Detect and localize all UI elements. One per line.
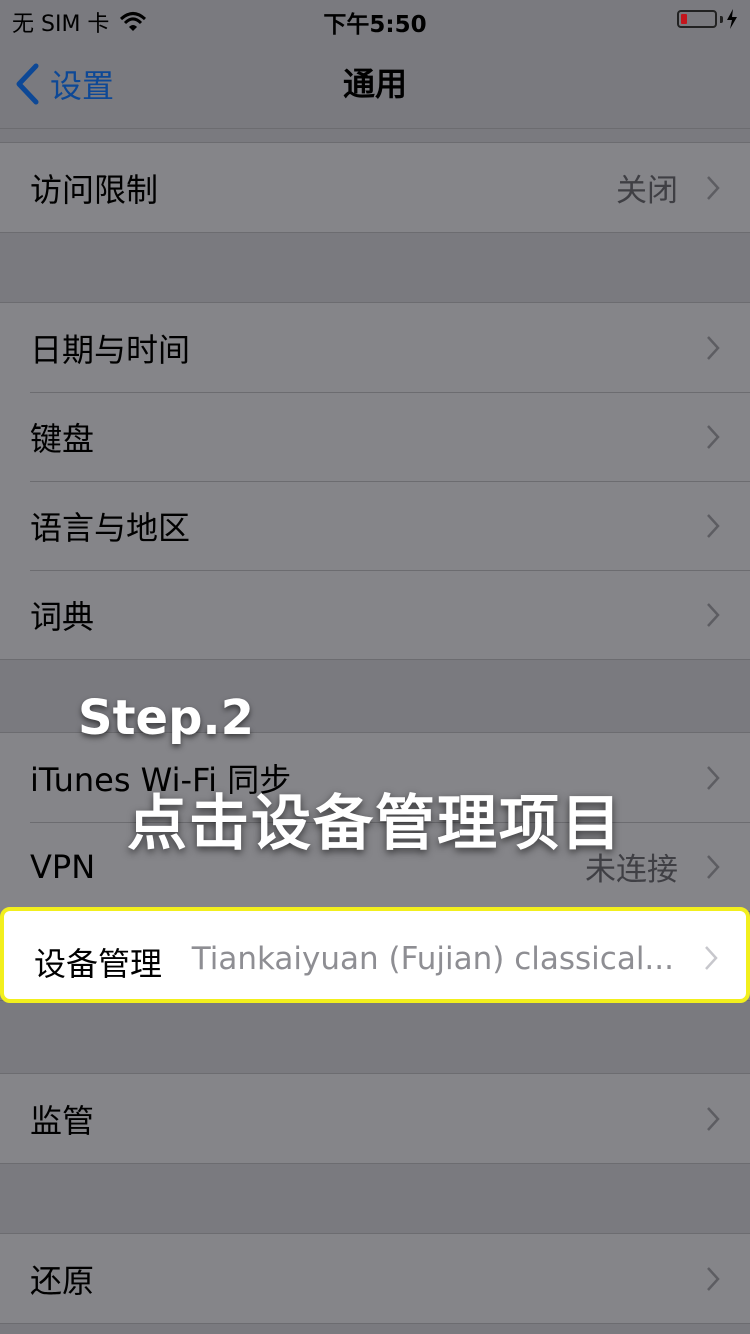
row-dictionary[interactable]: 词典 [0, 570, 750, 659]
chevron-right-icon [707, 424, 720, 449]
row-supervision[interactable]: 监管 [0, 1074, 750, 1163]
chevron-right-icon [705, 946, 718, 970]
instruction-text: 点击设备管理项目 [127, 789, 623, 859]
row-language-region[interactable]: 语言与地区 [0, 481, 750, 570]
row-device-management[interactable]: 设备管理 Tiankaiyuan (Fujian) classical... [0, 907, 750, 1003]
chevron-right-icon [707, 602, 720, 627]
chevron-right-icon [707, 513, 720, 538]
row-value: Tiankaiyuan (Fujian) classical... [191, 941, 674, 977]
row-label: 键盘 [30, 419, 95, 458]
section-reset: 还原 [0, 1233, 750, 1324]
chevron-right-icon [707, 1266, 720, 1291]
back-label: 设置 [50, 67, 115, 105]
chevron-right-icon [707, 175, 720, 200]
row-label: 设备管理 [34, 945, 163, 983]
row-reset[interactable]: 还原 [0, 1234, 750, 1323]
section-date-keyboard: 日期与时间 键盘 语言与地区 词典 [0, 302, 750, 660]
back-chevron-icon [16, 63, 39, 105]
row-value: 关闭 [616, 173, 678, 209]
row-label: 语言与地区 [30, 508, 191, 547]
row-restrictions[interactable]: 访问限制 关闭 [0, 143, 750, 232]
row-keyboard[interactable]: 键盘 [0, 392, 750, 481]
charging-bolt-icon [727, 9, 737, 29]
navigation-bar: 通用 设置 [0, 40, 750, 129]
status-bar: 无 SIM 卡 下午5:50 [0, 0, 750, 40]
chevron-right-icon [707, 335, 720, 360]
back-button[interactable]: 设置 [14, 40, 114, 128]
battery-indicator [677, 9, 738, 29]
status-time: 下午5:50 [323, 12, 427, 38]
row-label: 词典 [30, 597, 95, 636]
row-label: 监管 [30, 1101, 95, 1140]
step-label: Step.2 [78, 690, 255, 746]
row-label: 访问限制 [30, 170, 159, 209]
section-supervision: 监管 [0, 1073, 750, 1164]
battery-icon [677, 10, 717, 28]
chevron-right-icon [707, 1106, 720, 1131]
row-label: 日期与时间 [30, 330, 191, 369]
row-date-time[interactable]: 日期与时间 [0, 303, 750, 392]
row-label: 还原 [30, 1261, 95, 1300]
section-restrictions: 访问限制 关闭 [0, 142, 750, 233]
